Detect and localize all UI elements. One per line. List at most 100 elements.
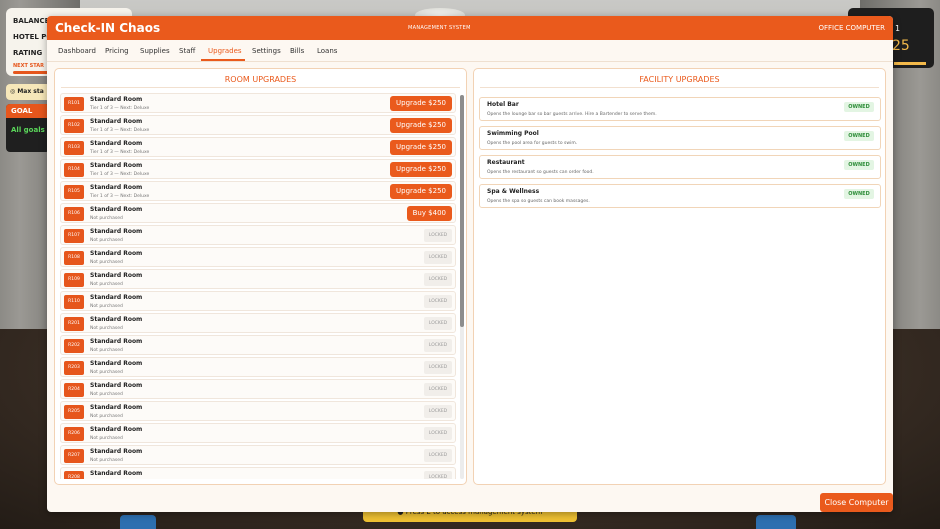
room-upgrades-panel: ROOM UPGRADES R101 Standard Room Tier 1 of… — [54, 68, 467, 485]
goal-title: GOAL — [6, 104, 50, 118]
upgrade-room-button[interactable]: Upgrade $250 — [390, 96, 452, 111]
room-row: R110 Standard Room Not purchased LOCKED — [60, 291, 456, 311]
scrollbar-thumb[interactable] — [460, 95, 464, 327]
time-progress — [894, 62, 926, 65]
tab-bills[interactable]: Bills — [290, 47, 304, 55]
room-name: Standard Room — [90, 184, 143, 191]
owned-badge: OWNED — [844, 189, 874, 199]
room-number-badge: R108 — [64, 251, 84, 265]
locked-badge: LOCKED — [424, 273, 452, 286]
room-number-badge: R207 — [64, 449, 84, 463]
upgrade-room-button[interactable]: Upgrade $250 — [390, 140, 452, 155]
tab-pricing[interactable]: Pricing — [105, 47, 129, 55]
scene-furniture — [120, 515, 156, 529]
room-row: R205 Standard Room Not purchased LOCKED — [60, 401, 456, 421]
room-number-badge: R106 — [64, 207, 84, 221]
tab-loans[interactable]: Loans — [317, 47, 337, 55]
active-tab-indicator — [201, 59, 245, 61]
app-title: Check-IN Chaos — [55, 21, 161, 35]
facility-name: Restaurant — [487, 159, 525, 166]
room-row: R202 Standard Room Not purchased LOCKED — [60, 335, 456, 355]
facility-description: Opens the pool area for guests to swim. — [487, 141, 578, 146]
room-number-badge: R102 — [64, 119, 84, 133]
divider — [61, 87, 460, 88]
locked-badge: LOCKED — [424, 427, 452, 440]
room-name: Standard Room — [90, 382, 143, 389]
upgrade-room-button[interactable]: Upgrade $250 — [390, 118, 452, 133]
room-number-badge: R201 — [64, 317, 84, 331]
room-name: Standard Room — [90, 360, 143, 367]
room-row: R206 Standard Room Not purchased LOCKED — [60, 423, 456, 443]
room-name: Standard Room — [90, 294, 143, 301]
room-row: R201 Standard Room Not purchased LOCKED — [60, 313, 456, 333]
buy-room-button[interactable]: Buy $400 — [406, 206, 452, 221]
room-status: Tier 1 of 3 — Next: Deluxe — [90, 150, 150, 155]
tab-dashboard[interactable]: Dashboard — [58, 47, 96, 55]
room-row: R204 Standard Room Not purchased LOCKED — [60, 379, 456, 399]
room-row: R203 Standard Room Not purchased LOCKED — [60, 357, 456, 377]
room-status: Tier 1 of 3 — Next: Deluxe — [90, 194, 150, 199]
facility-card: Hotel Bar Opens the lounge bar so bar gue… — [479, 97, 881, 121]
room-name: Standard Room — [90, 272, 143, 279]
upgrade-room-button[interactable]: Upgrade $250 — [390, 184, 452, 199]
time-display: 25 — [892, 38, 910, 54]
room-list-scrollbar[interactable] — [460, 95, 464, 479]
locked-badge: LOCKED — [424, 471, 452, 479]
goal-text: All goals c — [11, 126, 50, 134]
tab-staff[interactable]: Staff — [179, 47, 195, 55]
system-subtitle: MANAGEMENT SYSTEM — [408, 25, 471, 31]
scene-furniture — [756, 515, 796, 529]
room-row: R107 Standard Room Not purchased LOCKED — [60, 225, 456, 245]
locked-badge: LOCKED — [424, 317, 452, 330]
tab-bar: Dashboard Pricing Supplies Staff Upgrade… — [47, 40, 893, 62]
room-name: Standard Room — [90, 140, 143, 147]
room-number-badge: R206 — [64, 427, 84, 441]
facility-description: Opens the restaurant so guests can order… — [487, 170, 594, 175]
locked-badge: LOCKED — [424, 405, 452, 418]
room-row: R108 Standard Room Not purchased LOCKED — [60, 247, 456, 267]
owned-badge: OWNED — [844, 102, 874, 112]
day-indicator: 1 — [895, 24, 901, 33]
room-name: Standard Room — [90, 426, 143, 433]
room-number-badge: R107 — [64, 229, 84, 243]
divider — [480, 87, 879, 88]
room-status: Not purchased — [90, 348, 123, 353]
room-row: R105 Standard Room Tier 1 of 3 — Next: Del… — [60, 181, 456, 201]
max-stars-label: Max sta — [17, 88, 44, 95]
room-row: R101 Standard Room Tier 1 of 3 — Next: Del… — [60, 93, 456, 113]
facility-name: Swimming Pool — [487, 130, 539, 137]
room-status: Tier 1 of 3 — Next: Deluxe — [90, 128, 150, 133]
room-number-badge: R104 — [64, 163, 84, 177]
room-row: R109 Standard Room Not purchased LOCKED — [60, 269, 456, 289]
facility-card: Spa & Wellness Opens the spa so guests ca… — [479, 184, 881, 208]
locked-badge: LOCKED — [424, 251, 452, 264]
facility-upgrades-title: FACILITY UPGRADES — [639, 75, 720, 84]
room-row: R208Standard RoomNot purchasedLOCKED — [60, 467, 456, 479]
facility-name: Hotel Bar — [487, 101, 519, 108]
room-number-badge: R202 — [64, 339, 84, 353]
facility-card: Restaurant Opens the restaurant so guests… — [479, 155, 881, 179]
room-name: Standard Room — [90, 250, 143, 257]
room-number-badge: R208 — [64, 471, 84, 479]
tab-upgrades[interactable]: Upgrades — [208, 47, 242, 55]
facility-card: Swimming Pool Opens the pool area for gue… — [479, 126, 881, 150]
room-status: Not purchased — [90, 216, 123, 221]
locked-badge: LOCKED — [424, 339, 452, 352]
room-list[interactable]: R101 Standard Room Tier 1 of 3 — Next: Del… — [60, 93, 456, 479]
room-row: R106 Standard Room Not purchased Buy $400 — [60, 203, 456, 223]
room-name: Standard Room — [90, 206, 143, 213]
tab-settings[interactable]: Settings — [252, 47, 281, 55]
room-number-badge: R110 — [64, 295, 84, 309]
room-number-badge: R205 — [64, 405, 84, 419]
upgrade-room-button[interactable]: Upgrade $250 — [390, 162, 452, 177]
room-name: Standard Room — [90, 404, 143, 411]
tab-supplies[interactable]: Supplies — [140, 47, 170, 55]
close-computer-button[interactable]: Close Computer — [820, 493, 893, 512]
locked-badge: LOCKED — [424, 295, 452, 308]
facility-name: Spa & Wellness — [487, 188, 540, 195]
room-status: Not purchased — [90, 260, 123, 265]
facility-description: Opens the lounge bar so bar guests arriv… — [487, 112, 657, 117]
room-name: Standard Room — [90, 162, 143, 169]
room-name: Standard Room — [90, 448, 143, 455]
room-number-badge: R203 — [64, 361, 84, 375]
